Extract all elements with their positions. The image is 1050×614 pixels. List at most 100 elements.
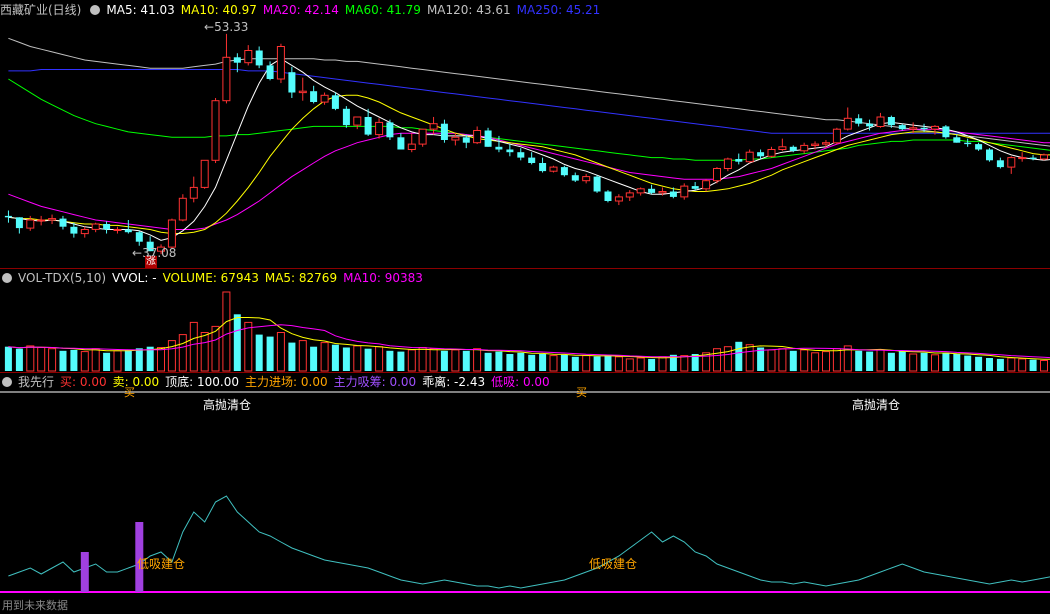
high-price-value: 53.33 — [214, 20, 249, 34]
ma20-label: MA20: 42.14 — [262, 3, 339, 17]
candle-body — [320, 94, 329, 103]
candle-body — [625, 192, 634, 198]
candle-body — [473, 130, 482, 144]
volume-bar — [604, 354, 612, 371]
volume-bar — [789, 350, 797, 372]
candle-body — [866, 123, 874, 127]
candle-body — [266, 65, 274, 79]
panel-divider — [0, 372, 1050, 373]
candle-body — [407, 143, 416, 151]
candle-body — [495, 146, 503, 150]
price-legend: 西藏矿业(日线) MA5: 41.03 MA10: 40.97 MA20: 42.14… — [0, 2, 606, 18]
volume-bar — [244, 321, 253, 372]
volume-bar — [571, 356, 579, 371]
volume-bar — [778, 348, 787, 372]
volume-bar — [255, 334, 263, 371]
candle-body — [648, 188, 656, 193]
volume-bar — [975, 356, 983, 371]
main-force-accumulation-label: 主力吸筹: 0.00 — [333, 375, 417, 389]
candle-body — [822, 142, 830, 145]
vol-ma5-label: MA5: 82769 — [264, 271, 338, 285]
candle-body — [80, 229, 89, 235]
volume-bar — [407, 349, 416, 372]
volume-bar — [909, 353, 918, 372]
candle-body — [604, 191, 612, 201]
volume-bar — [91, 348, 100, 372]
ma250-label: MA250: 45.21 — [516, 3, 601, 17]
candle-body — [898, 125, 906, 130]
volume-bar — [146, 346, 154, 371]
settings-dot-icon[interactable] — [90, 5, 101, 15]
volume-bar — [898, 350, 906, 372]
top-bottom-label: 顶底: 100.00 — [165, 375, 240, 389]
volume-bar — [397, 351, 405, 371]
volume-bar — [364, 348, 372, 371]
candle-body — [113, 229, 122, 231]
candle-body — [178, 197, 187, 221]
candle-body — [91, 223, 100, 230]
candle-body — [222, 56, 231, 102]
volume-bar — [484, 352, 492, 371]
price-title: 西藏矿业(日线) — [0, 3, 82, 17]
volume-bar — [189, 321, 198, 372]
main-force-entry-label: 主力进场: 0.00 — [245, 375, 328, 389]
volume-bar — [124, 349, 132, 371]
settings-dot-icon[interactable] — [2, 377, 12, 387]
candle-body — [593, 176, 601, 192]
volume-bar — [614, 356, 623, 372]
candle-body — [331, 95, 339, 109]
candle-body — [549, 166, 558, 172]
settings-dot-icon[interactable] — [2, 273, 12, 283]
volume-bar — [1040, 360, 1048, 372]
candle-body — [103, 224, 111, 230]
future-data-watermark: 用到未来数据 — [2, 599, 68, 612]
volume-bar — [462, 350, 470, 372]
candle-body — [767, 149, 776, 157]
accumulation-bar — [80, 552, 89, 592]
candle-body — [539, 163, 547, 172]
candle-body — [255, 50, 263, 66]
volume-bar — [4, 346, 12, 371]
volume-bar — [986, 358, 993, 371]
volume-bar — [920, 352, 928, 371]
volume-bar — [964, 355, 972, 371]
panel-divider — [0, 268, 1050, 269]
limit-up-marker: 涨 — [145, 256, 157, 268]
candle-body — [811, 143, 820, 147]
candle-body — [887, 117, 895, 126]
volume-bar — [658, 356, 667, 372]
volume-bar — [822, 351, 830, 372]
volume-bar — [310, 346, 318, 371]
volume-bar — [495, 351, 503, 371]
volume-bar — [15, 348, 23, 371]
candle-body — [353, 116, 362, 126]
sell-signal-label: 高抛清仓 — [852, 398, 901, 412]
candle-body — [440, 123, 448, 140]
candle-body — [953, 137, 961, 143]
candle-body — [288, 72, 296, 93]
volume-bar — [429, 348, 438, 372]
candle-body — [462, 137, 470, 143]
volume-bar — [1018, 358, 1027, 372]
volume-bar — [48, 348, 57, 372]
volume-bar — [70, 349, 78, 371]
candle-body — [70, 226, 78, 234]
candle-body — [386, 122, 394, 138]
candle-body — [26, 219, 35, 229]
buy-signal-label: 低吸建仓 — [589, 557, 638, 571]
volume-bar — [353, 345, 362, 372]
candle-body — [310, 91, 318, 102]
buy-signal-label: 低吸建仓 — [137, 557, 186, 571]
candle-body — [15, 217, 23, 229]
chart-stage: 西藏矿业(日线) MA5: 41.03 MA10: 40.97 MA20: 42.14… — [0, 0, 1050, 614]
high-price-label: ←53.33 — [204, 20, 249, 34]
bias-line — [8, 495, 1050, 589]
candle-body — [942, 126, 950, 138]
volume-bar — [440, 350, 448, 372]
candle-body — [832, 128, 841, 144]
candle-body — [669, 191, 677, 197]
candle-body — [986, 149, 993, 161]
volume-bar — [539, 354, 547, 371]
volume-bar — [103, 352, 111, 371]
volume-bar — [528, 354, 536, 371]
